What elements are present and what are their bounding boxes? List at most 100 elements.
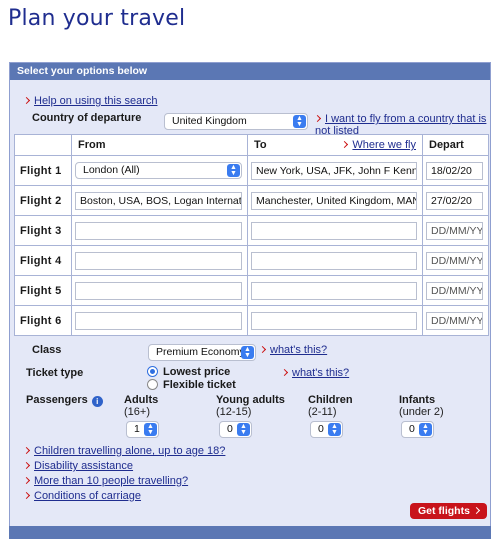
flights-table: From To Where we fly Depart Flight 1 Lond… bbox=[14, 134, 489, 336]
depart-date-input[interactable]: DD/MM/YY bbox=[426, 312, 483, 330]
to-input[interactable] bbox=[251, 282, 417, 300]
get-flights-label: Get flights bbox=[418, 505, 470, 517]
flight-label: Flight 3 bbox=[14, 215, 72, 246]
list-item[interactable]: Children travelling alone, up to age 18? bbox=[22, 444, 225, 459]
to-input[interactable]: Manchester, United Kingdom, MAN, Manches… bbox=[251, 192, 417, 210]
table-row: Flight 5 DD/MM/YY bbox=[14, 275, 489, 306]
adults-select[interactable]: 1 ▲ ▼ bbox=[126, 421, 159, 438]
country-label: Country of departure bbox=[32, 112, 142, 124]
to-input[interactable] bbox=[251, 312, 417, 330]
chevron-right-icon bbox=[258, 345, 267, 354]
adults-value: 1 bbox=[134, 423, 140, 435]
class-whats-this-link[interactable]: what's this? bbox=[270, 344, 327, 356]
select-arrows-icon: ▲ ▼ bbox=[227, 164, 240, 177]
ticket-whats-this[interactable]: what's this? bbox=[280, 367, 349, 379]
ticket-type-label: Ticket type bbox=[26, 367, 84, 379]
group-travel-link[interactable]: More than 10 people travelling? bbox=[34, 475, 188, 487]
children-alone-link[interactable]: Children travelling alone, up to age 18? bbox=[34, 445, 225, 457]
from-input[interactable] bbox=[75, 312, 242, 330]
depart-col-header: Depart bbox=[422, 134, 489, 156]
young-adults-title: Young adults bbox=[216, 394, 285, 406]
flight-label: Flight 2 bbox=[14, 185, 72, 216]
to-cell bbox=[247, 215, 423, 246]
from-input[interactable] bbox=[75, 282, 242, 300]
depart-date-input[interactable]: 18/02/20 bbox=[426, 162, 483, 180]
list-item[interactable]: More than 10 people travelling? bbox=[22, 474, 225, 489]
from-cell: Boston, USA, BOS, Logan International bbox=[71, 185, 248, 216]
infants-title: Infants bbox=[399, 394, 436, 406]
conditions-link[interactable]: Conditions of carriage bbox=[34, 490, 141, 502]
table-row: Flight 3 DD/MM/YY bbox=[14, 215, 489, 246]
to-input[interactable] bbox=[251, 252, 417, 270]
to-input[interactable]: New York, USA, JFK, John F Kennedy bbox=[251, 162, 417, 180]
flight-label: Flight 1 bbox=[14, 155, 72, 186]
flight-label: Flight 6 bbox=[14, 305, 72, 336]
from-value: London (All) bbox=[83, 164, 140, 176]
select-arrows-icon: ▲ ▼ bbox=[293, 115, 306, 128]
children-value: 0 bbox=[318, 423, 324, 435]
ticket-whats-this-link[interactable]: what's this? bbox=[292, 367, 349, 379]
adults-sub: (16+) bbox=[124, 406, 150, 418]
to-cell bbox=[247, 305, 423, 336]
depart-date-input[interactable]: 27/02/20 bbox=[426, 192, 483, 210]
infants-value: 0 bbox=[409, 423, 415, 435]
from-cell bbox=[71, 275, 248, 306]
where-we-fly[interactable]: Where we fly bbox=[341, 139, 416, 151]
depart-date-input[interactable]: DD/MM/YY bbox=[426, 222, 483, 240]
from-input[interactable] bbox=[75, 222, 242, 240]
class-whats-this[interactable]: what's this? bbox=[258, 344, 327, 356]
flight-label: Flight 4 bbox=[14, 245, 72, 276]
chevron-right-icon bbox=[22, 96, 31, 105]
children-title: Children bbox=[308, 394, 353, 406]
to-input[interactable] bbox=[251, 222, 417, 240]
page-title: Plan your travel bbox=[8, 6, 186, 31]
flight-col-header bbox=[14, 134, 72, 156]
from-select[interactable]: London (All) ▲ ▼ bbox=[75, 162, 242, 179]
depart-cell: DD/MM/YY bbox=[422, 275, 489, 306]
chevron-right-icon bbox=[472, 506, 480, 515]
depart-date-input[interactable]: DD/MM/YY bbox=[426, 252, 483, 270]
ticket-flexible-radio[interactable]: Flexible ticket bbox=[147, 379, 236, 391]
select-arrows-icon: ▲ ▼ bbox=[144, 423, 157, 436]
select-arrows-icon: ▲ ▼ bbox=[328, 423, 341, 436]
to-cell: Manchester, United Kingdom, MAN, Manches… bbox=[247, 185, 423, 216]
ticket-lowest-radio[interactable]: Lowest price bbox=[147, 366, 230, 378]
children-select[interactable]: 0 ▲ ▼ bbox=[310, 421, 343, 438]
ticket-flexible-label: Flexible ticket bbox=[163, 379, 236, 391]
flights-header-row: From To Where we fly Depart bbox=[14, 134, 489, 156]
ticket-lowest-label: Lowest price bbox=[163, 366, 231, 378]
from-input[interactable] bbox=[75, 252, 242, 270]
class-select[interactable]: Premium Economy ▲ ▼ bbox=[148, 344, 256, 361]
passengers-label-text: Passengers bbox=[26, 394, 88, 406]
list-item[interactable]: Disability assistance bbox=[22, 459, 225, 474]
to-col-header: To Where we fly bbox=[247, 134, 423, 156]
chevron-right-icon bbox=[313, 114, 322, 123]
get-flights-button[interactable]: Get flights bbox=[410, 503, 487, 519]
radio-unselected-icon bbox=[147, 379, 158, 390]
chevron-right-icon bbox=[22, 461, 31, 470]
help-link[interactable]: Help on using this search bbox=[34, 95, 158, 107]
panel-footer bbox=[9, 526, 491, 539]
select-arrows-icon: ▲ ▼ bbox=[419, 423, 432, 436]
from-col-header: From bbox=[71, 134, 248, 156]
where-we-fly-link[interactable]: Where we fly bbox=[352, 139, 416, 151]
adults-title: Adults bbox=[124, 394, 159, 406]
from-cell bbox=[71, 245, 248, 276]
list-item[interactable]: Conditions of carriage bbox=[22, 489, 225, 504]
class-value: Premium Economy bbox=[156, 346, 245, 358]
infants-select[interactable]: 0 ▲ ▼ bbox=[401, 421, 434, 438]
info-icon[interactable]: i bbox=[91, 396, 103, 407]
country-select[interactable]: United Kingdom ▲ ▼ bbox=[164, 113, 308, 130]
from-input[interactable]: Boston, USA, BOS, Logan International bbox=[75, 192, 242, 210]
table-row: Flight 4 DD/MM/YY bbox=[14, 245, 489, 276]
chevron-right-icon bbox=[22, 476, 31, 485]
select-arrows-icon: ▲ ▼ bbox=[237, 423, 250, 436]
depart-date-input[interactable]: DD/MM/YY bbox=[426, 282, 483, 300]
from-cell bbox=[71, 305, 248, 336]
chevron-right-icon bbox=[280, 368, 289, 377]
young-adults-select[interactable]: 0 ▲ ▼ bbox=[219, 421, 252, 438]
flight-label: Flight 5 bbox=[14, 275, 72, 306]
depart-cell: DD/MM/YY bbox=[422, 215, 489, 246]
disability-link[interactable]: Disability assistance bbox=[34, 460, 133, 472]
help-row[interactable]: Help on using this search bbox=[22, 95, 158, 107]
